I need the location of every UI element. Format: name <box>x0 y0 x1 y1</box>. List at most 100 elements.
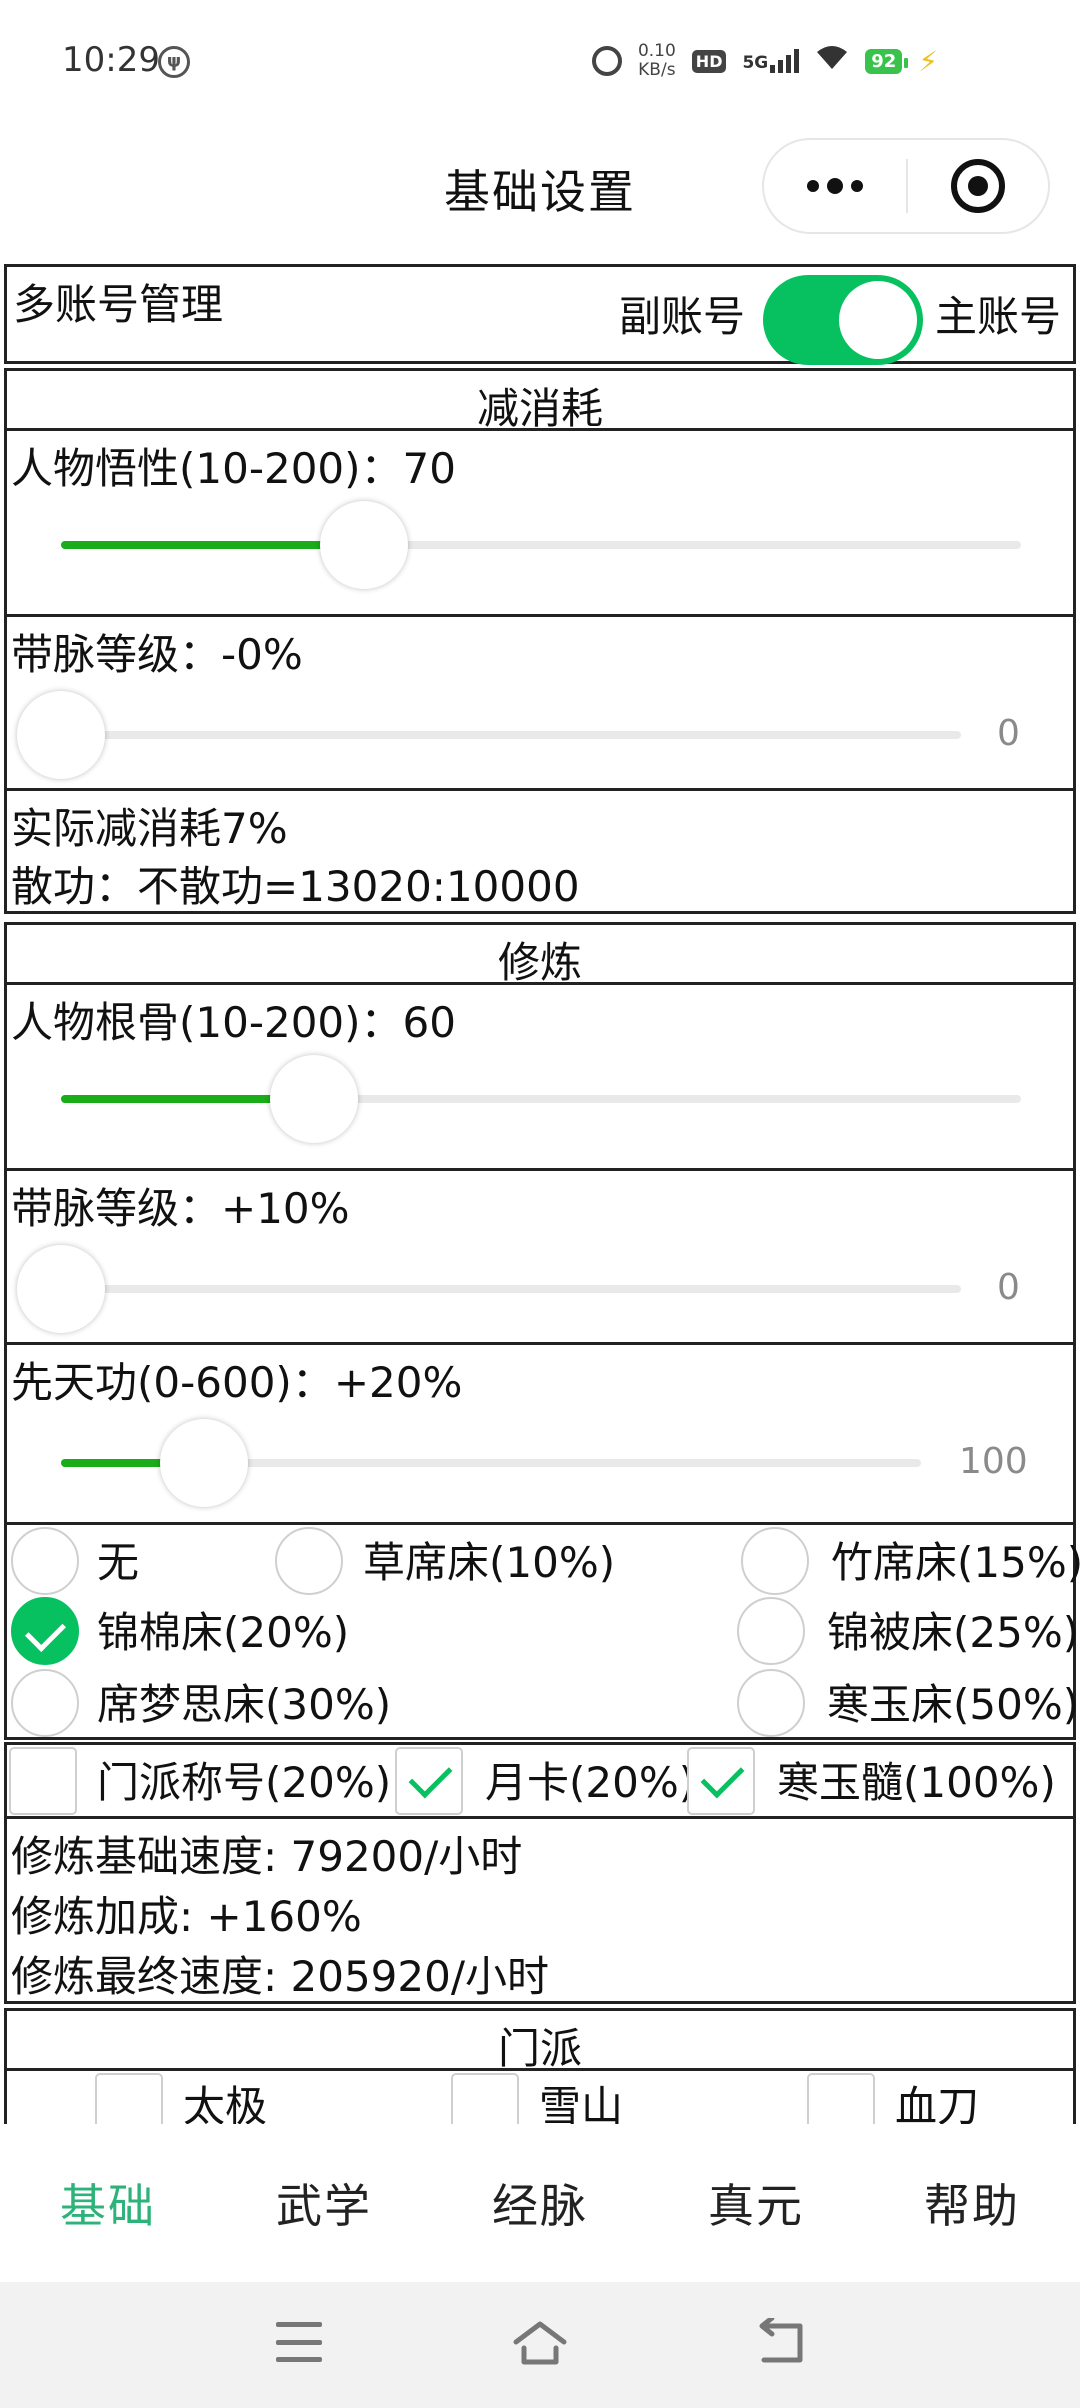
mini-program-capsule <box>762 138 1050 234</box>
reduce-section-header: 减消耗 <box>4 368 1076 433</box>
status-icons: 0.10 KB/s HD 5G 92 ⚡ <box>591 36 938 86</box>
tab-martial[interactable]: 武学 <box>216 2124 432 2282</box>
hd-icon: HD <box>691 49 727 73</box>
checkbox-jade-marrow[interactable] <box>687 1747 755 1815</box>
cultivation-section-header: 修炼 <box>4 922 1076 987</box>
bonus-checkbox-group: 门派称号(20%) 月卡(20%) 寒玉髓(100%) <box>4 1742 1076 1820</box>
cultivation-summary: 修炼基础速度: 79200/小时 修炼加成: +160% 修炼最终速度: 205… <box>4 1816 1076 2004</box>
reduce-result-box: 实际减消耗7% 散功：不散功=13020:10000 <box>4 788 1076 914</box>
wifi-icon <box>815 43 849 79</box>
sect-section-header: 门派 <box>4 2008 1076 2073</box>
cultivation-meridian-label: 带脉等级：+10% <box>11 1184 350 1233</box>
reduce-section-title: 减消耗 <box>476 384 603 433</box>
target-icon <box>950 159 1005 213</box>
sect-checkbox-group: 太极 雪山 血刀 <box>4 2068 1076 2124</box>
label-monthly-card[interactable]: 月卡(20%) <box>485 1749 695 1810</box>
cultivation-meridian-slider-track[interactable] <box>17 1245 961 1333</box>
cultivation-meridian-slider-thumb[interactable] <box>17 1245 105 1333</box>
bed-label-none[interactable]: 无 <box>97 1529 139 1590</box>
innate-value: 100 <box>959 1441 1028 1482</box>
root-label: 人物根骨(10-200)：60 <box>11 998 456 1047</box>
sub-account-label: 副账号 <box>619 292 746 341</box>
wisdom-row: 人物悟性(10-200)：70 <box>4 428 1076 618</box>
bed-radio-group: 无 草席床(10%) 竹席床(15%) 锦棉床(20%) 锦被床(25%) 席梦… <box>4 1522 1080 1740</box>
innate-label: 先天功(0-600)：+20% <box>11 1358 463 1407</box>
more-button[interactable] <box>764 138 906 234</box>
checkbox-sect-title[interactable] <box>9 1747 77 1815</box>
account-box: 多账号管理 副账号 主账号 <box>4 264 1076 365</box>
root-slider-track[interactable] <box>61 1055 1021 1143</box>
bed-label-jade[interactable]: 寒玉床(50%) <box>827 1671 1079 1732</box>
root-slider-thumb[interactable] <box>269 1055 358 1143</box>
network-speed-value: 0.10 <box>637 41 676 61</box>
root-row: 人物根骨(10-200)：60 <box>4 982 1076 1172</box>
bed-label-quilt[interactable]: 锦被床(25%) <box>827 1599 1079 1660</box>
bed-radio-straw[interactable] <box>275 1527 343 1595</box>
cultivation-meridian-row: 带脉等级：+10% 0 <box>4 1168 1076 1346</box>
checkbox-sect-xuedao[interactable] <box>807 2073 875 2124</box>
status-bar: 10:29 ψ 0.10 KB/s HD 5G 92 ⚡ <box>0 0 1080 124</box>
bed-radio-bamboo[interactable] <box>741 1527 809 1595</box>
title-bar: 基础设置 <box>0 124 1080 256</box>
label-sect-title[interactable]: 门派称号(20%) <box>97 1749 391 1810</box>
reduce-result-line1: 实际减消耗7% <box>11 804 288 853</box>
wisdom-slider-track[interactable] <box>61 501 1021 589</box>
tab-help[interactable]: 帮助 <box>864 2124 1080 2282</box>
label-sect-xueshan[interactable]: 雪山 <box>539 2073 623 2124</box>
home-icon[interactable] <box>512 2318 568 2368</box>
cultivation-meridian-value: 0 <box>997 1267 1020 1308</box>
tab-zhenyuan[interactable]: 真元 <box>648 2124 864 2282</box>
reduce-meridian-row: 带脉等级：-0% 0 <box>4 614 1076 792</box>
toggle-knob <box>839 281 917 359</box>
battery-icon: 92 <box>865 48 909 74</box>
back-icon[interactable] <box>754 2318 810 2368</box>
signal-icon: 5G <box>742 49 800 73</box>
main-account-label: 主账号 <box>935 292 1062 341</box>
bed-radio-none[interactable] <box>11 1527 79 1595</box>
status-time: 10:29 <box>62 40 160 80</box>
checkbox-sect-xueshan[interactable] <box>451 2073 519 2124</box>
account-toggle[interactable] <box>763 275 923 365</box>
label-sect-xuedao[interactable]: 血刀 <box>895 2073 979 2124</box>
bed-label-simmons[interactable]: 席梦思床(30%) <box>97 1671 391 1732</box>
label-sect-taiji[interactable]: 太极 <box>183 2073 267 2124</box>
bed-radio-jade[interactable] <box>737 1669 805 1737</box>
menu-icon[interactable] <box>276 2322 322 2362</box>
label-jade-marrow[interactable]: 寒玉髓(100%) <box>777 1749 1056 1810</box>
checkbox-sect-taiji[interactable] <box>95 2073 163 2124</box>
tab-basic[interactable]: 基础 <box>0 2124 216 2282</box>
sect-section-title: 门派 <box>497 2024 582 2073</box>
wisdom-slider-thumb[interactable] <box>320 501 409 589</box>
close-button[interactable] <box>908 138 1048 234</box>
bed-label-cotton[interactable]: 锦棉床(20%) <box>97 1599 349 1660</box>
bed-radio-simmons[interactable] <box>11 1669 79 1737</box>
wisdom-slider-fill <box>61 541 365 549</box>
bed-label-bamboo[interactable]: 竹席床(15%) <box>831 1529 1080 1590</box>
cultivation-section-title: 修炼 <box>497 938 582 987</box>
charging-icon: ⚡ <box>918 44 938 78</box>
innate-slider-track[interactable] <box>61 1419 921 1507</box>
system-navigation-bar <box>0 2282 1080 2408</box>
reduce-meridian-value: 0 <box>997 713 1020 754</box>
network-speed: 0.10 KB/s <box>638 42 676 80</box>
bed-label-straw[interactable]: 草席床(10%) <box>363 1529 615 1590</box>
reduce-meridian-label: 带脉等级：-0% <box>11 630 303 679</box>
innate-row: 先天功(0-600)：+20% 100 <box>4 1342 1076 1526</box>
reduce-result-line2: 散功：不散功=13020:10000 <box>11 862 580 911</box>
bed-radio-cotton[interactable] <box>11 1597 79 1665</box>
reduce-meridian-slider-track[interactable] <box>17 691 961 779</box>
reduce-meridian-slider-thumb[interactable] <box>17 691 105 779</box>
checkbox-monthly-card[interactable] <box>395 1747 463 1815</box>
notification-icon: ψ <box>158 46 190 78</box>
alarm-icon <box>591 46 622 76</box>
settings-content[interactable]: 多账号管理 副账号 主账号 减消耗 人物悟性(10-200)：70 带脉等级：-… <box>0 256 1080 2124</box>
network-type: 5G <box>742 53 769 73</box>
bed-radio-quilt[interactable] <box>737 1597 805 1665</box>
tab-meridian[interactable]: 经脉 <box>432 2124 648 2282</box>
bottom-tab-bar: 基础 武学 经脉 真元 帮助 <box>0 2124 1080 2282</box>
summary-bonus: 修炼加成: +160% <box>11 1892 362 1941</box>
summary-final-speed: 修炼最终速度: 205920/小时 <box>11 1952 549 2001</box>
wisdom-label: 人物悟性(10-200)：70 <box>11 444 456 493</box>
summary-base-speed: 修炼基础速度: 79200/小时 <box>11 1832 523 1881</box>
innate-slider-thumb[interactable] <box>160 1419 249 1507</box>
